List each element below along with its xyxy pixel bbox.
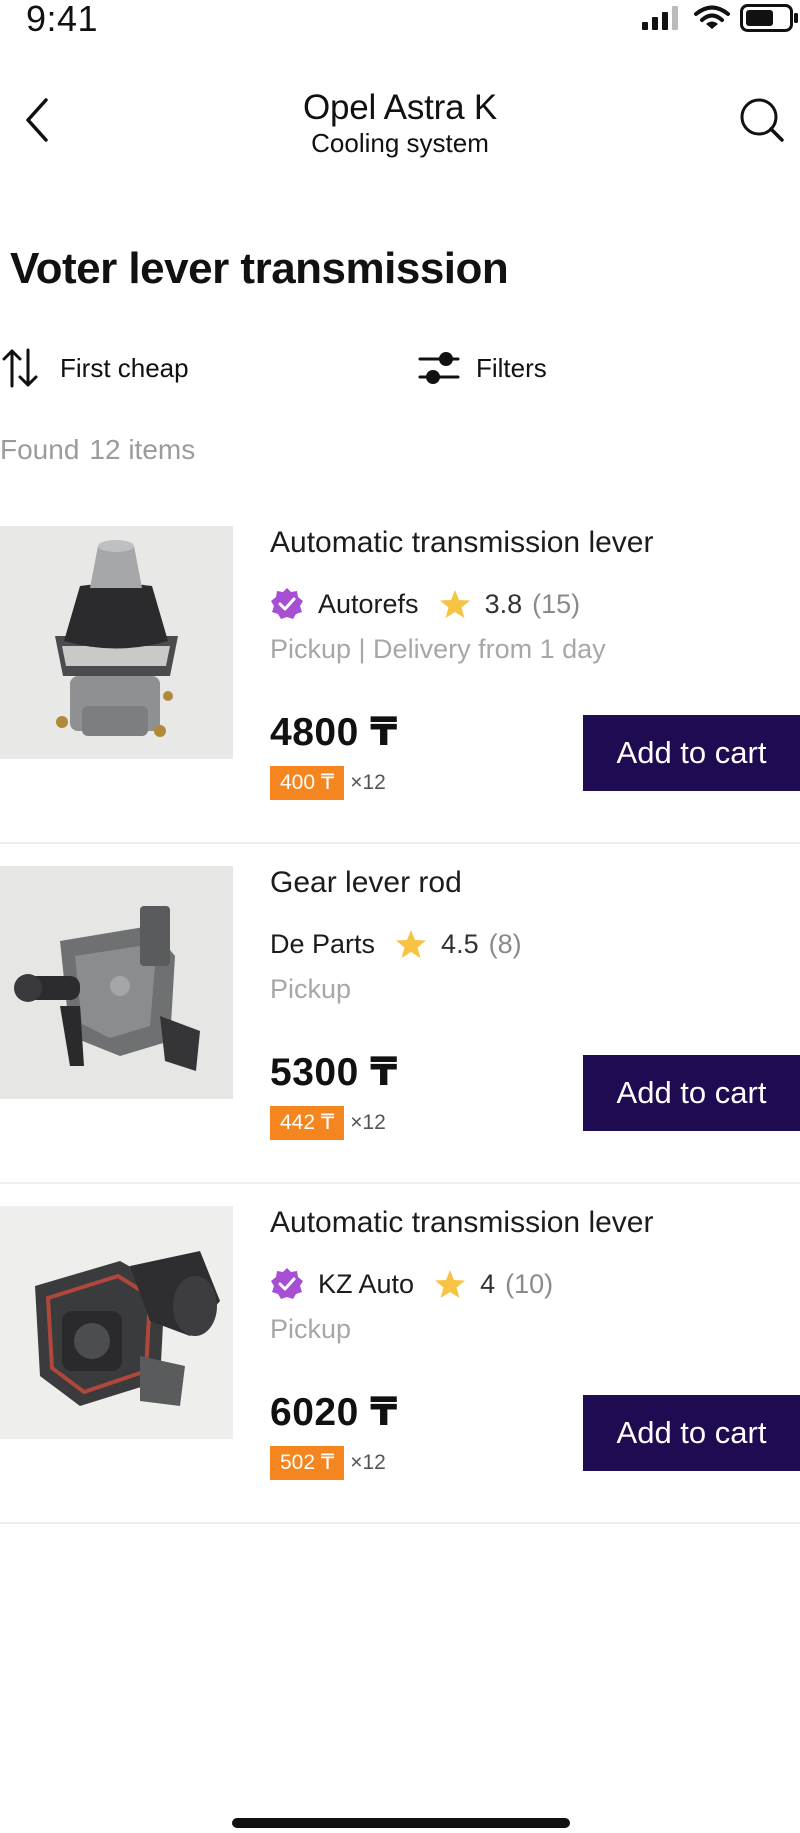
status-bar: 9:41 bbox=[0, 0, 800, 40]
nav-titles: Opel Astra K Cooling system bbox=[0, 88, 800, 158]
product-item[interactable]: Gear lever rod De Parts 4.5 (8) Pickup 5… bbox=[0, 844, 800, 1184]
rating-value: 4.5 bbox=[441, 928, 479, 959]
product-title[interactable]: Gear lever rod bbox=[270, 866, 462, 900]
product-title[interactable]: Automatic transmission lever bbox=[270, 1206, 653, 1240]
installment-badge: 502 ₸ bbox=[270, 1446, 345, 1480]
star-icon bbox=[396, 930, 427, 958]
rating-value: 4 bbox=[480, 1268, 496, 1299]
verified-badge-icon bbox=[271, 588, 303, 619]
wifi-icon bbox=[694, 5, 730, 29]
seller-name[interactable]: Autorefs bbox=[318, 589, 419, 620]
sort-arrows-icon bbox=[2, 348, 38, 388]
installment-multiplier: ×12 bbox=[350, 771, 386, 794]
installment-badge: 400 ₸ bbox=[270, 766, 345, 800]
reviews-count: (10) bbox=[505, 1268, 554, 1299]
sort-filter-toolbar: First cheap Filters bbox=[0, 346, 800, 390]
results-count: Found 12 items bbox=[0, 434, 195, 466]
seller-row: KZ Auto 4 (10) bbox=[270, 1266, 553, 1302]
product-price: 5300 ₸ bbox=[270, 1051, 398, 1094]
sort-button[interactable]: First cheap bbox=[2, 346, 189, 390]
home-indicator[interactable] bbox=[232, 1818, 570, 1828]
product-image[interactable] bbox=[0, 866, 233, 1099]
status-time: 9:41 bbox=[26, 0, 99, 39]
seller-name[interactable]: KZ Auto bbox=[318, 1269, 414, 1300]
reviews-count: (8) bbox=[488, 928, 522, 959]
gear-lever-rod-photo bbox=[0, 866, 233, 1099]
search-button[interactable] bbox=[738, 96, 786, 144]
product-image[interactable] bbox=[0, 526, 233, 759]
delivery-info: Pickup | Delivery from 1 day bbox=[270, 634, 606, 664]
search-icon bbox=[740, 98, 784, 142]
installment-multiplier: ×12 bbox=[350, 1451, 386, 1474]
product-list: Automatic transmission lever Autorefs 3.… bbox=[0, 504, 800, 1524]
add-to-cart-button[interactable]: Add to cart bbox=[583, 715, 800, 791]
product-price: 4800 ₸ bbox=[270, 711, 398, 754]
installment-info: 502 ₸ ×12 bbox=[270, 1446, 386, 1480]
status-icons bbox=[642, 4, 800, 32]
product-price: 6020 ₸ bbox=[270, 1391, 398, 1434]
add-to-cart-button[interactable]: Add to cart bbox=[583, 1055, 800, 1131]
seller-row: De Parts 4.5 (8) bbox=[270, 926, 522, 962]
cellular-signal-icon bbox=[642, 6, 678, 30]
verified-badge-icon bbox=[271, 1268, 303, 1299]
seller-row: Autorefs 3.8 (15) bbox=[270, 586, 580, 622]
seller-name[interactable]: De Parts bbox=[270, 929, 375, 960]
installment-info: 442 ₸ ×12 bbox=[270, 1106, 386, 1140]
filters-label: Filters bbox=[476, 352, 547, 383]
delivery-info: Pickup bbox=[270, 974, 352, 1004]
found-count: 12 items bbox=[89, 434, 196, 465]
filters-button[interactable]: Filters bbox=[418, 346, 547, 390]
product-item[interactable]: Automatic transmission lever Autorefs 3.… bbox=[0, 504, 800, 844]
nav-title: Opel Astra K bbox=[302, 88, 498, 127]
rating-value: 3.8 bbox=[484, 588, 523, 619]
filter-sliders-icon bbox=[418, 352, 460, 384]
battery-icon bbox=[740, 4, 798, 32]
page-title: Voter lever transmission bbox=[10, 244, 509, 293]
transmission-lever-photo bbox=[0, 526, 233, 759]
installment-badge: 442 ₸ bbox=[270, 1106, 345, 1140]
installment-info: 400 ₸ ×12 bbox=[270, 766, 386, 800]
product-title[interactable]: Automatic transmission lever bbox=[270, 526, 653, 560]
nav-header: Opel Astra K Cooling system bbox=[0, 80, 800, 160]
transmission-mount-photo bbox=[0, 1206, 233, 1439]
add-to-cart-button[interactable]: Add to cart bbox=[583, 1395, 800, 1471]
nav-subtitle: Cooling system bbox=[311, 128, 489, 158]
star-icon bbox=[435, 1270, 466, 1298]
reviews-count: (15) bbox=[532, 588, 581, 619]
found-label: Found bbox=[0, 434, 80, 465]
installment-multiplier: ×12 bbox=[350, 1111, 386, 1134]
delivery-info: Pickup bbox=[270, 1314, 352, 1344]
star-icon bbox=[439, 590, 470, 618]
product-item[interactable]: Automatic transmission lever KZ Auto 4 (… bbox=[0, 1184, 800, 1524]
sort-label: First cheap bbox=[60, 352, 189, 383]
product-image[interactable] bbox=[0, 1206, 233, 1439]
